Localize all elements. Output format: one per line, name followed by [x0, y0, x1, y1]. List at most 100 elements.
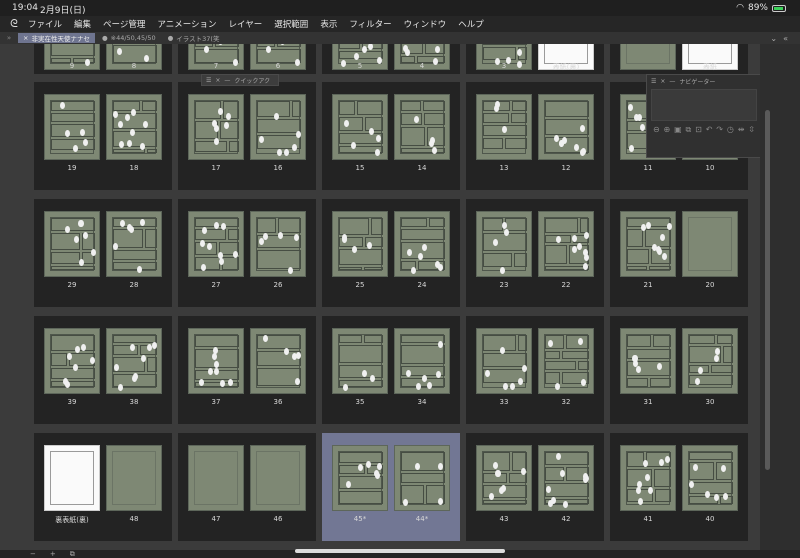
page-thumbnail[interactable]	[44, 94, 100, 160]
page-thumbnail[interactable]	[476, 445, 532, 511]
page-spread[interactable]: 17 16	[178, 82, 316, 190]
reset-rotation-icon[interactable]: ◷	[727, 125, 734, 135]
page-thumbnail[interactable]	[44, 211, 100, 277]
page-thumbnail[interactable]	[476, 328, 532, 394]
page-thumbnail[interactable]	[250, 94, 306, 160]
chevron-down-icon[interactable]: ⌄	[770, 34, 777, 43]
page-spread[interactable]: 27 26	[178, 199, 316, 307]
navigator-preview[interactable]	[651, 89, 757, 121]
page-thumbnail[interactable]	[620, 44, 676, 70]
fit-icon[interactable]: ▣	[674, 125, 682, 135]
page-thumbnail[interactable]	[538, 94, 594, 160]
quick-access-palette[interactable]: ☰ × — クイックアク	[201, 74, 279, 86]
page-thumbnail[interactable]	[620, 328, 676, 394]
page-spread[interactable]: 47 46	[178, 433, 316, 541]
rotate-left-icon[interactable]: ↶	[706, 125, 713, 135]
page-thumbnail[interactable]	[44, 445, 100, 511]
page-spread[interactable]: 39 38	[34, 316, 172, 424]
page-spread[interactable]: 裏表紙(裏) 48	[34, 433, 172, 541]
page-thumbnail[interactable]	[188, 211, 244, 277]
page-thumbnail[interactable]	[106, 445, 162, 511]
page-spread[interactable]: 37 36	[178, 316, 316, 424]
page-thumbnail[interactable]	[682, 211, 738, 277]
page-spread[interactable]: 54	[322, 44, 460, 74]
page-thumbnail[interactable]	[620, 211, 676, 277]
page-thumbnail[interactable]	[332, 94, 388, 160]
page-thumbnail[interactable]	[538, 445, 594, 511]
page-thumbnail[interactable]	[106, 94, 162, 160]
page-thumbnail[interactable]	[394, 94, 450, 160]
fit-width-icon[interactable]: ⧉	[686, 125, 692, 135]
menu-help[interactable]: ヘルプ	[458, 18, 484, 30]
page-thumbnail[interactable]	[188, 328, 244, 394]
page-thumbnail[interactable]	[538, 211, 594, 277]
home-indicator[interactable]	[295, 549, 505, 553]
zoom-in-icon[interactable]: +	[50, 550, 56, 558]
tab-document-3[interactable]: ● イラスト37(笑	[163, 33, 225, 43]
page-spread[interactable]: 76	[178, 44, 316, 74]
page-thumbnail[interactable]	[620, 445, 676, 511]
page-spread[interactable]: 41 40	[610, 433, 748, 541]
menu-selection[interactable]: 選択範囲	[274, 18, 308, 30]
page-thumbnail[interactable]	[476, 211, 532, 277]
page-thumbnail[interactable]	[44, 328, 100, 394]
page-spread[interactable]: 13 12	[466, 82, 604, 190]
page-thumbnail[interactable]	[682, 445, 738, 511]
menu-edit[interactable]: 編集	[74, 18, 91, 30]
page-thumbnail[interactable]	[106, 328, 162, 394]
page-spread[interactable]: 23 22	[466, 199, 604, 307]
actual-size-icon[interactable]: ⊡	[695, 125, 702, 135]
minimize-icon[interactable]: —	[224, 77, 230, 84]
layout-icon[interactable]: ⧉	[70, 550, 75, 558]
tab-document-2[interactable]: ● ※44/50,45/50	[97, 33, 161, 43]
panel-toggle-icon[interactable]: «	[783, 34, 788, 43]
zoom-out-icon[interactable]: ⊖	[653, 125, 660, 135]
page-spread[interactable]: 31 30	[610, 316, 748, 424]
page-thumbnail[interactable]	[106, 211, 162, 277]
vertical-scrollbar[interactable]	[765, 110, 770, 470]
page-thumbnail[interactable]	[394, 328, 450, 394]
menu-file[interactable]: ファイル	[28, 18, 62, 30]
page-spread[interactable]: 33 32	[466, 316, 604, 424]
page-spread[interactable]: 19 18	[34, 82, 172, 190]
page-thumbnail[interactable]	[332, 211, 388, 277]
app-logo-icon[interactable]: ᘓ	[0, 17, 28, 31]
close-icon[interactable]: ×	[660, 78, 665, 85]
page-thumbnail[interactable]	[394, 211, 450, 277]
page-thumbnail[interactable]	[188, 94, 244, 160]
page-spread[interactable]: 15 14	[322, 82, 460, 190]
page-thumbnail[interactable]	[476, 94, 532, 160]
palette-header[interactable]: ☰ × — ナビゲーター	[647, 75, 761, 87]
menu-page-management[interactable]: ページ管理	[103, 18, 145, 30]
page-spread[interactable]: 35 34	[322, 316, 460, 424]
page-spread[interactable]: 25 24	[322, 199, 460, 307]
minimize-icon[interactable]: —	[669, 78, 675, 85]
page-spread[interactable]: 3 表紙(裏)	[466, 44, 604, 74]
flip-horizontal-icon[interactable]: ⇹	[738, 125, 745, 135]
page-thumbnail[interactable]	[332, 328, 388, 394]
page-thumbnail[interactable]	[538, 328, 594, 394]
tab-document-1[interactable]: × 非実在性天使ナナセ	[18, 33, 95, 43]
flip-vertical-icon[interactable]: ⇳	[748, 125, 755, 135]
page-thumbnail[interactable]	[394, 445, 450, 511]
page-thumbnail[interactable]	[250, 445, 306, 511]
page-spread[interactable]: 29 28	[34, 199, 172, 307]
zoom-in-icon[interactable]: ⊕	[664, 125, 671, 135]
tabs-scroll-icon[interactable]: »	[0, 34, 18, 42]
close-icon[interactable]: ×	[215, 77, 220, 84]
page-thumbnail[interactable]	[332, 445, 388, 511]
page-spread[interactable]: 43 42	[466, 433, 604, 541]
navigator-palette[interactable]: ☰ × — ナビゲーター ⊖ ⊕ ▣ ⧉ ⊡ ↶ ↷ ◷ ⇹ ⇳	[646, 74, 762, 158]
menu-window[interactable]: ウィンドウ	[404, 18, 447, 30]
menu-filter[interactable]: フィルター	[349, 18, 391, 30]
close-icon[interactable]: ×	[23, 34, 28, 42]
menu-icon[interactable]: ☰	[651, 78, 656, 85]
zoom-out-icon[interactable]: −	[30, 550, 36, 558]
page-spread[interactable]: 98	[34, 44, 172, 74]
page-spread[interactable]: 表紙	[610, 44, 748, 74]
page-thumbnail[interactable]	[682, 328, 738, 394]
menu-icon[interactable]: ☰	[206, 77, 211, 84]
menu-layer[interactable]: レイヤー	[229, 18, 263, 30]
page-thumbnail[interactable]	[250, 328, 306, 394]
menu-view[interactable]: 表示	[320, 18, 337, 30]
